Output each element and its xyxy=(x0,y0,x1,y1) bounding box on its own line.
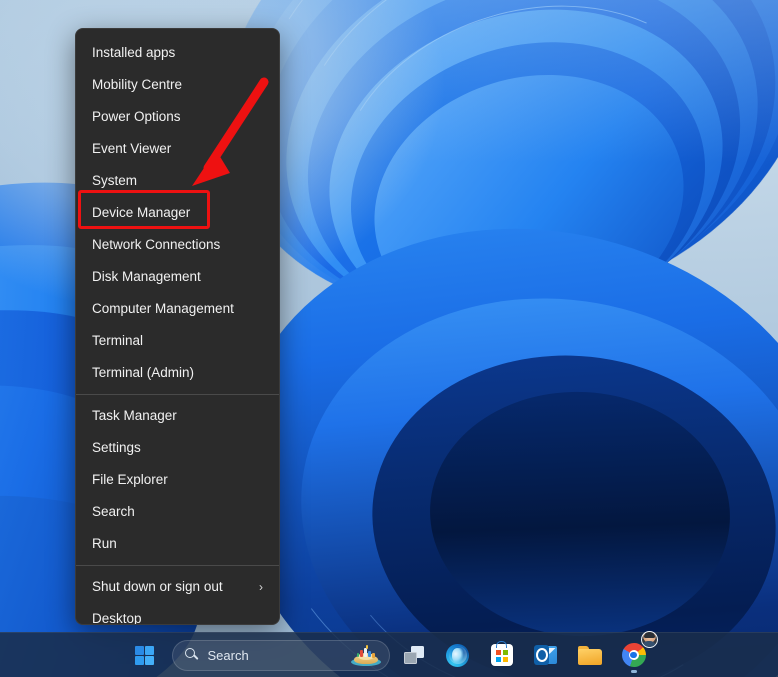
menu-item-label: Power Options xyxy=(92,109,181,124)
taskbar-app-chrome[interactable] xyxy=(614,631,658,674)
menu-item-label: Desktop xyxy=(92,611,142,625)
chevron-right-icon: › xyxy=(259,580,263,594)
menu-item-desktop[interactable]: Desktop xyxy=(76,603,279,625)
menu-item-file-explorer[interactable]: File Explorer xyxy=(76,464,279,496)
menu-item-label: Search xyxy=(92,504,135,519)
menu-item-label: Installed apps xyxy=(92,45,176,60)
menu-item-label: Event Viewer xyxy=(92,141,172,156)
menu-separator xyxy=(76,565,279,566)
desktop-screen: Installed apps Mobility Centre Power Optio… xyxy=(0,0,778,677)
search-input[interactable]: Search xyxy=(171,639,390,671)
menu-item-terminal[interactable]: Terminal xyxy=(76,325,279,357)
menu-item-label: Run xyxy=(92,536,117,551)
menu-item-label: Network Connections xyxy=(92,237,221,252)
menu-item-label: Terminal xyxy=(92,333,144,348)
avatar xyxy=(640,631,658,648)
menu-item-label: Computer Management xyxy=(92,301,234,316)
task-view-icon xyxy=(403,646,424,664)
edge-icon xyxy=(446,643,469,667)
menu-item-label: Device Manager xyxy=(92,205,191,220)
taskbar-items: Search xyxy=(125,631,658,674)
menu-item-disk-management[interactable]: Disk Management xyxy=(76,261,279,293)
search-highlight-island-icon[interactable] xyxy=(350,644,381,666)
menu-item-search[interactable]: Search xyxy=(76,496,279,528)
menu-item-label: Mobility Centre xyxy=(92,77,183,92)
start-button[interactable] xyxy=(125,636,165,674)
menu-item-settings[interactable]: Settings xyxy=(76,432,279,464)
menu-item-shut-down-or-sign-out[interactable]: Shut down or sign out › xyxy=(76,571,279,603)
menu-item-label: Terminal (Admin) xyxy=(92,365,195,380)
menu-item-label: Disk Management xyxy=(92,269,201,284)
taskbar-app-outlook[interactable] xyxy=(526,636,566,674)
menu-item-run[interactable]: Run xyxy=(76,528,279,560)
taskbar: Search xyxy=(0,631,778,677)
menu-item-computer-management[interactable]: Computer Management xyxy=(76,293,279,325)
menu-item-terminal-admin[interactable]: Terminal (Admin) xyxy=(76,357,279,389)
menu-item-power-options[interactable]: Power Options xyxy=(76,101,279,133)
outlook-icon xyxy=(534,644,557,666)
taskbar-app-store[interactable] xyxy=(482,636,522,674)
menu-item-event-viewer[interactable]: Event Viewer xyxy=(76,133,279,165)
windows-logo-icon xyxy=(135,645,155,665)
menu-separator xyxy=(76,394,279,395)
menu-item-installed-apps[interactable]: Installed apps xyxy=(76,37,279,69)
menu-item-label: System xyxy=(92,173,138,188)
menu-item-mobility-centre[interactable]: Mobility Centre xyxy=(76,69,279,101)
menu-item-label: Settings xyxy=(92,440,141,455)
store-icon xyxy=(490,641,513,666)
menu-item-system[interactable]: System xyxy=(76,165,279,197)
running-indicator xyxy=(630,670,637,673)
menu-item-label: File Explorer xyxy=(92,472,168,487)
taskbar-app-file-explorer[interactable] xyxy=(570,636,610,674)
menu-item-label: Task Manager xyxy=(92,408,177,423)
menu-item-device-manager[interactable]: Device Manager xyxy=(76,197,279,229)
taskbar-app-task-view[interactable] xyxy=(394,636,434,674)
folder-icon xyxy=(577,645,602,665)
search-placeholder: Search xyxy=(207,647,249,663)
menu-item-label: Shut down or sign out xyxy=(92,579,223,594)
menu-item-task-manager[interactable]: Task Manager xyxy=(76,400,279,432)
power-user-menu[interactable]: Installed apps Mobility Centre Power Optio… xyxy=(75,28,280,625)
menu-item-network-connections[interactable]: Network Connections xyxy=(76,229,279,261)
taskbar-app-edge[interactable] xyxy=(438,636,478,674)
search-icon xyxy=(184,648,199,662)
